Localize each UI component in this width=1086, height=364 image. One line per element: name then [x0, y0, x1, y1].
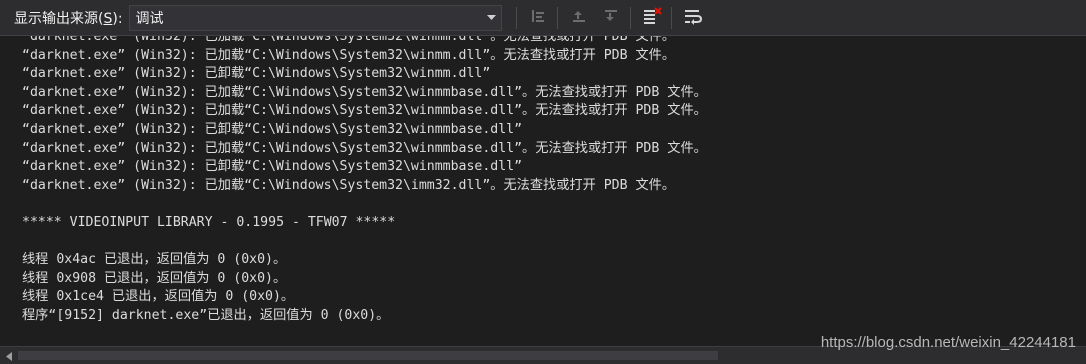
output-line: “darknet.exe” (Win32): 已卸载“C:\Windows\Sy… [22, 159, 523, 175]
toolbar-separator [670, 6, 672, 29]
watermark-url: https://blog.csdn.net/weixin_42244181 [820, 334, 1076, 351]
output-line: 线程 0x4ac 已退出，返回值为 0 (0x0)。 [22, 252, 287, 268]
chevron-down-icon[interactable] [483, 6, 501, 30]
output-line: “darknet.exe” (Win32): 已卸载“C:\Windows\Sy… [22, 66, 491, 82]
output-line: 程序“[9152] darknet.exe”已退出，返回值为 0 (0x0)。 [22, 307, 390, 323]
output-line: “darknet.exe” (Win32): 已加载“C:\Windows\Sy… [22, 103, 707, 119]
find-previous-message-button[interactable] [566, 5, 592, 31]
clear-all-icon [642, 6, 662, 29]
output-line: “darknet.exe” (Win32): 已加载“C:\Windows\Sy… [22, 177, 676, 193]
find-previous-message-icon [570, 7, 588, 29]
scroll-left-arrow-icon[interactable] [4, 350, 14, 362]
output-source-value: 调试 [135, 10, 164, 27]
output-lines: “darknet.exe” (Win32): 已加载“C:\Windows\Sy… [22, 36, 707, 344]
output-line: ***** VIDEOINPUT LIBRARY - 0.1995 - TFW0… [22, 214, 396, 230]
output-line: 线程 0x1ce4 已退出，返回值为 0 (0x0)。 [22, 289, 295, 305]
scrollbar-thumb[interactable] [18, 351, 718, 360]
output-source-dropdown[interactable]: 调试 [128, 4, 502, 31]
show-output-from-text: 显示输出来源( [14, 10, 104, 27]
output-line: “darknet.exe” (Win32): 已加载“C:\Windows\Sy… [22, 47, 676, 63]
output-toolbar: 显示输出来源(S): 调试 [0, 0, 1086, 36]
toggle-word-wrap-button[interactable] [680, 5, 706, 31]
output-line: 线程 0x908 已退出，返回值为 0 (0x0)。 [22, 270, 287, 286]
output-line [22, 326, 707, 345]
output-line: “darknet.exe” (Win32): 已加载“C:\Windows\Sy… [22, 36, 676, 44]
toolbar-separator [556, 6, 558, 29]
find-next-message-icon [602, 7, 620, 29]
output-text-area[interactable]: “darknet.exe” (Win32): 已加载“C:\Windows\Sy… [0, 36, 1086, 346]
find-next-message-button[interactable] [598, 5, 624, 31]
goto-output-icon [529, 7, 547, 29]
show-output-from-tail: ): [112, 10, 123, 27]
goto-output-button[interactable] [525, 5, 551, 31]
toggle-word-wrap-icon [683, 7, 703, 29]
output-line: “darknet.exe” (Win32): 已加载“C:\Windows\Sy… [22, 140, 707, 156]
output-line: “darknet.exe” (Win32): 已加载“C:\Windows\Sy… [22, 84, 707, 100]
clear-all-button[interactable] [639, 5, 665, 31]
toolbar-separator [629, 6, 631, 29]
output-window: 显示输出来源(S): 调试 “darknet.exe” (Win32): 已加载… [0, 0, 1086, 364]
show-output-from-label: 显示输出来源(S): [14, 8, 123, 28]
output-line [22, 195, 707, 214]
toolbar-separator [515, 6, 517, 29]
output-line [22, 233, 707, 252]
output-line: “darknet.exe” (Win32): 已卸载“C:\Windows\Sy… [22, 121, 523, 137]
